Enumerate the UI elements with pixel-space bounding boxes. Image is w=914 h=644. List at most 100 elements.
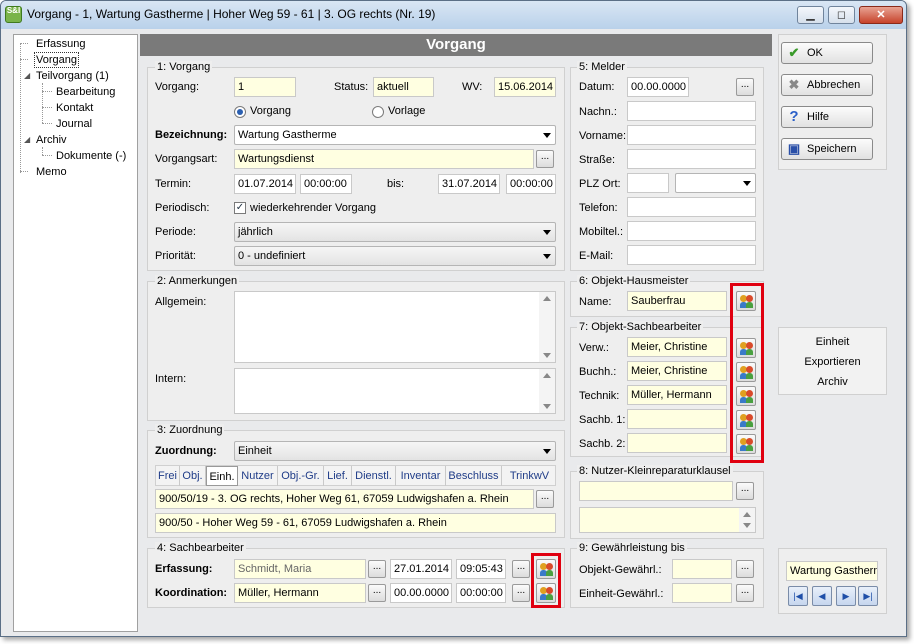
- tree-item-dokumente[interactable]: Dokumente (-): [56, 149, 126, 163]
- termin-time-field[interactable]: 00:00:00: [300, 174, 352, 194]
- allgemein-textarea[interactable]: [234, 291, 556, 363]
- hilfe-button[interactable]: ? Hilfe: [781, 106, 873, 128]
- sachb1-field[interactable]: [627, 409, 727, 429]
- einheit-link[interactable]: Einheit: [778, 336, 887, 348]
- tab-nutzer[interactable]: Nutzer: [238, 466, 278, 486]
- tab-dienstl[interactable]: Dienstl.: [352, 466, 396, 486]
- prioritaet-select[interactable]: 0 - undefiniert: [234, 246, 556, 266]
- koordination-name-field[interactable]: Müller, Hermann: [234, 583, 366, 603]
- intern-label: Intern:: [155, 373, 187, 385]
- maximize-button[interactable]: ◻: [828, 6, 855, 24]
- erfassung-date-field[interactable]: 27.01.2014: [390, 559, 452, 579]
- collapse-icon[interactable]: ◢: [24, 71, 30, 80]
- nutzer-field[interactable]: [579, 481, 733, 501]
- nachname-label: Nachn.:: [579, 106, 617, 118]
- tree-item-vorgang[interactable]: Vorgang: [34, 52, 79, 68]
- erfassung-browse-button[interactable]: ...: [368, 560, 386, 578]
- speichern-button[interactable]: ▣ Speichern: [781, 138, 873, 160]
- zuordnung-line-2[interactable]: 900/50 - Hoher Weg 59 - 61, 67059 Ludwig…: [155, 513, 556, 533]
- ort-select[interactable]: [675, 173, 756, 193]
- bis-date-field[interactable]: 31.07.2014: [438, 174, 500, 194]
- vorname-field[interactable]: [627, 125, 756, 145]
- abbrechen-button[interactable]: ✖ Abbrechen: [781, 74, 873, 96]
- status-field[interactable]: aktuell: [373, 77, 434, 97]
- scrollbar[interactable]: [539, 369, 555, 413]
- vorgang-field[interactable]: 1: [234, 77, 296, 97]
- bis-time-field[interactable]: 00:00:00: [506, 174, 556, 194]
- vorgangsart-field[interactable]: Wartungsdienst: [234, 149, 534, 169]
- hausmeister-name-field[interactable]: Sauberfrau: [627, 291, 727, 311]
- bezeichnung-combo[interactable]: Wartung Gastherme: [234, 125, 556, 145]
- tab-beschluss[interactable]: Beschluss: [446, 466, 502, 486]
- collapse-icon[interactable]: ◢: [24, 135, 30, 144]
- periodisch-checkbox[interactable]: ✓: [234, 202, 246, 214]
- nutzer-textarea[interactable]: [579, 507, 756, 533]
- verw-field[interactable]: Meier, Christine: [627, 337, 727, 357]
- einheit-gewaehr-field[interactable]: [672, 583, 732, 603]
- zuordnung-select[interactable]: Einheit: [234, 441, 556, 461]
- scrollbar[interactable]: [739, 508, 755, 532]
- wv-field[interactable]: 15.06.2014: [494, 77, 556, 97]
- objekt-gewaehr-field[interactable]: [672, 559, 732, 579]
- telefon-field[interactable]: [627, 197, 756, 217]
- strasse-field[interactable]: [627, 149, 756, 169]
- datum-field[interactable]: 00.00.0000: [627, 77, 689, 97]
- tab-obj[interactable]: Obj.: [180, 466, 206, 486]
- tree-item-erfassung[interactable]: Erfassung: [36, 37, 86, 51]
- tree-item-memo[interactable]: Memo: [36, 165, 67, 179]
- koordination-time-field[interactable]: 00:00:00: [456, 583, 506, 603]
- buchh-field[interactable]: Meier, Christine: [627, 361, 727, 381]
- einheit-gewaehr-browse-button[interactable]: ...: [736, 584, 754, 602]
- tree-item-bearbeitung[interactable]: Bearbeitung: [56, 85, 115, 99]
- tree-item-teilvorgang[interactable]: Teilvorgang (1): [36, 69, 109, 83]
- tab-inventar[interactable]: Inventar: [396, 466, 446, 486]
- zuordnung-line-1[interactable]: 900/50/19 - 3. OG rechts, Hoher Weg 61, …: [155, 489, 534, 509]
- zuordnung-browse-button[interactable]: ...: [536, 490, 554, 508]
- exportieren-link[interactable]: Exportieren: [778, 356, 887, 368]
- close-button[interactable]: ✕: [859, 6, 903, 24]
- tab-lief[interactable]: Lief.: [324, 466, 352, 486]
- tree-item-journal[interactable]: Journal: [56, 117, 92, 131]
- archiv-link[interactable]: Archiv: [778, 376, 887, 388]
- tab-obj-gr[interactable]: Obj.-Gr.: [278, 466, 324, 486]
- record-field[interactable]: Wartung Gastherme: [786, 561, 878, 581]
- nachname-field[interactable]: [627, 101, 756, 121]
- radio-vorgang[interactable]: [234, 106, 246, 118]
- last-record-icon[interactable]: ▶|: [858, 586, 878, 606]
- vorname-label: Vorname:: [579, 130, 627, 142]
- tree-item-archiv[interactable]: Archiv: [36, 133, 67, 147]
- erfassung-more-button[interactable]: ...: [512, 560, 530, 578]
- termin-date-field[interactable]: 01.07.2014: [234, 174, 296, 194]
- minimize-button[interactable]: ▁: [797, 6, 824, 24]
- erfassung-time-field[interactable]: 09:05:43: [456, 559, 506, 579]
- first-record-icon[interactable]: |◀: [788, 586, 808, 606]
- objekt-gewaehr-browse-button[interactable]: ...: [736, 560, 754, 578]
- radio-vorgang-label: Vorgang: [250, 105, 291, 117]
- mobil-field[interactable]: [627, 221, 756, 241]
- tree-item-kontakt[interactable]: Kontakt: [56, 101, 93, 115]
- scrollbar[interactable]: [539, 292, 555, 362]
- periode-select[interactable]: jährlich: [234, 222, 556, 242]
- plz-field[interactable]: [627, 173, 669, 193]
- next-record-icon[interactable]: ▶: [836, 586, 856, 606]
- erfassung-name-field[interactable]: Schmidt, Maria: [234, 559, 366, 579]
- koordination-browse-button[interactable]: ...: [368, 584, 386, 602]
- group-title: 8: Nutzer-Kleinreparaturklausel: [577, 465, 733, 477]
- technik-field[interactable]: Müller, Hermann: [627, 385, 727, 405]
- title-bar[interactable]: S&I Vorgang - 1, Wartung Gastherme | Hoh…: [1, 1, 906, 29]
- tab-trinkwv[interactable]: TrinkwV: [502, 466, 557, 486]
- koordination-date-field[interactable]: 00.00.0000: [390, 583, 452, 603]
- prev-record-icon[interactable]: ◀: [812, 586, 832, 606]
- intern-textarea[interactable]: [234, 368, 556, 414]
- nutzer-browse-button[interactable]: ...: [736, 482, 754, 500]
- ok-button[interactable]: ✔ OK: [781, 42, 873, 64]
- melder-browse-button[interactable]: ...: [736, 78, 754, 96]
- page-title: Vorgang: [140, 34, 772, 56]
- email-field[interactable]: [627, 245, 756, 265]
- vorgangsart-browse-button[interactable]: ...: [536, 150, 554, 168]
- tab-einh[interactable]: Einh.: [206, 466, 238, 486]
- koordination-more-button[interactable]: ...: [512, 584, 530, 602]
- radio-vorlage[interactable]: [372, 106, 384, 118]
- sachb2-field[interactable]: [627, 433, 727, 453]
- tab-frei[interactable]: Frei: [156, 466, 180, 486]
